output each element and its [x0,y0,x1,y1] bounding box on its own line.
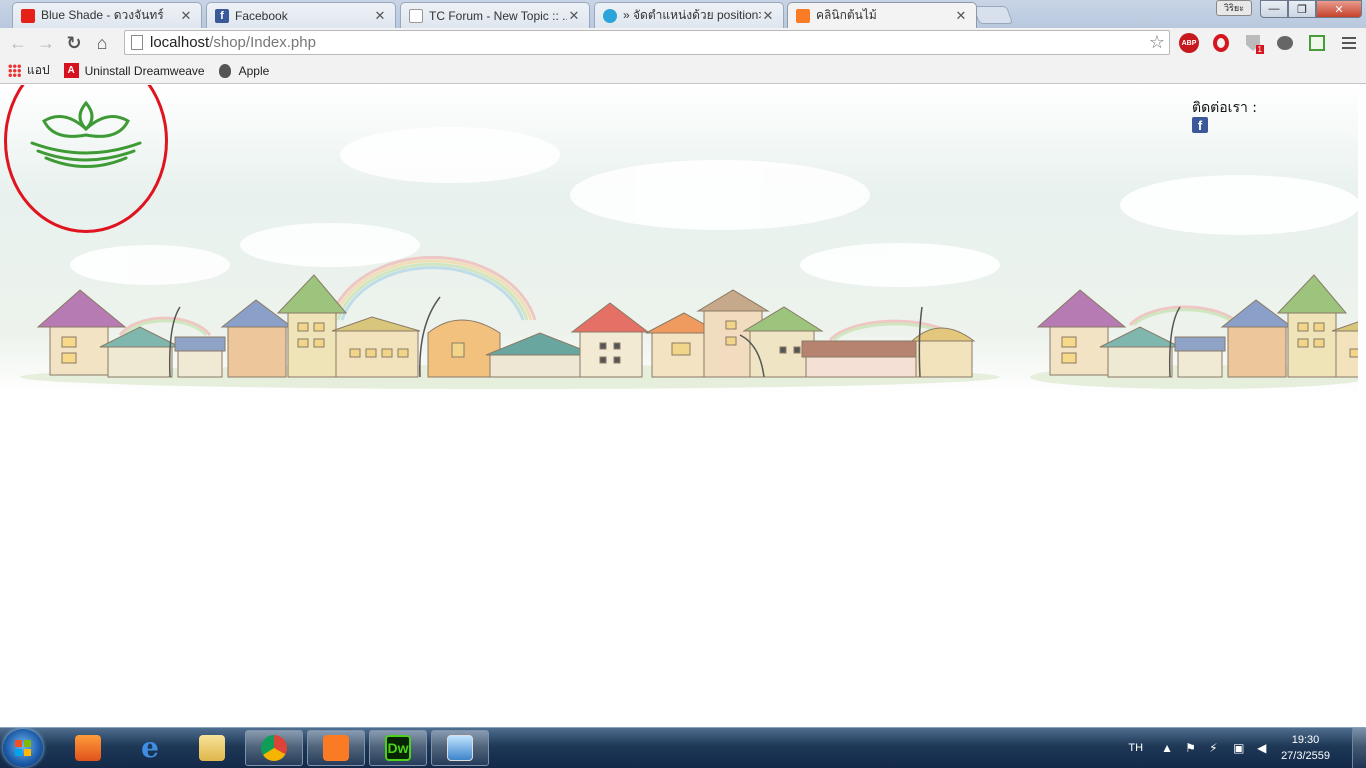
bookmark-label: Uninstall Dreamweave [84,63,205,78]
bookmark-star-icon[interactable]: ☆ [1149,32,1165,53]
opera-icon[interactable] [1210,32,1232,54]
extension-badge: 1 [1255,45,1264,54]
page-icon [409,8,423,23]
close-tab-icon[interactable]: ✕ [373,8,387,24]
bookmark-apps[interactable]: แอป [8,61,50,80]
village-banner-image [0,85,1358,395]
shield-extension-icon[interactable]: 1 [1242,32,1264,54]
tab-facebook[interactable]: f Facebook ✕ [206,2,396,28]
window-controls: — ❐ ✕ [1260,0,1362,18]
tab-title: TC Forum - New Topic :: ... [429,8,567,23]
xampp-icon [796,8,810,23]
forward-button[interactable]: → [32,30,60,56]
clock-date: 27/3/2559 [1281,750,1330,762]
bookmark-apple[interactable]: Apple [218,63,270,78]
bookmark-label: Apple [238,63,270,78]
internet-explorer-icon[interactable]: e [121,730,179,766]
volume-icon[interactable]: ◀ [1257,742,1269,754]
browser-toolbar: ← → ↻ ⌂ localhost/shop/Index.php ☆ ABP 1 [0,28,1366,58]
clock[interactable]: 19:30 27/3/2559 [1281,732,1330,764]
adobe-icon: A [63,63,79,78]
page-icon [131,35,143,50]
show-desktop-button[interactable] [1352,728,1366,768]
bookmark-label: แอป [27,63,50,77]
profile-button[interactable]: วิริยะ [1216,0,1252,16]
abp-label: ABP [1179,33,1199,53]
page-content: ติดต่อเรา : f [0,85,1366,727]
language-indicator[interactable]: TH [1128,742,1143,754]
reload-button[interactable]: ↻ [60,30,88,56]
minimize-button[interactable]: — [1260,0,1288,18]
start-button[interactable] [3,729,43,767]
close-tab-icon[interactable]: ✕ [567,8,581,24]
tab-title: Facebook [235,8,288,23]
sheet-extension-icon[interactable] [1306,32,1328,54]
system-tray: TH ▲ ⚑ ⚡ ▣ ◀ 19:30 27/3/2559 [1128,728,1366,768]
home-button[interactable]: ⌂ [88,30,116,56]
tab-tc-forum[interactable]: TC Forum - New Topic :: ... ✕ [400,2,590,28]
new-tab-button[interactable] [972,6,1014,24]
tab-position[interactable]: » จัดตำแหน่งด้วย position> ✕ [594,2,784,28]
dreamweaver-icon[interactable]: Dw [369,730,427,766]
facebook-icon: f [215,8,229,23]
cloud-extension-icon[interactable] [1274,32,1296,54]
network-icon[interactable]: ▣ [1233,742,1245,754]
apps-grid-icon [8,64,21,77]
bookmark-uninstall-dreamweaver[interactable]: A Uninstall Dreamweave [63,63,205,78]
tab-title: Blue Shade - ดวงจันทร์ [41,8,164,22]
tab-clinic-active[interactable]: คลินิกต้นไม้ ✕ [787,2,977,28]
chrome-menu-icon[interactable] [1338,32,1360,54]
file-explorer-icon[interactable] [183,730,241,766]
tab-blue-shade[interactable]: Blue Shade - ดวงจันทร์ ✕ [12,2,202,28]
close-tab-icon[interactable]: ✕ [761,8,775,24]
apple-icon [218,63,231,78]
media-player-icon[interactable] [59,730,117,766]
clock-time: 19:30 [1291,734,1320,746]
windows-taskbar: e Dw TH ▲ ⚑ ⚡ ▣ ◀ 19:30 27/3/2559 [0,727,1366,768]
back-button[interactable]: ← [4,30,32,56]
close-tab-icon[interactable]: ✕ [179,8,193,24]
chrome-icon[interactable] [245,730,303,766]
tab-title: คลินิกต้นไม้ [816,8,877,22]
contact-label: ติดต่อเรา : [1192,100,1258,116]
tab-strip: Blue Shade - ดวงจันทร์ ✕ f Facebook ✕ TC… [0,0,1366,28]
address-bar[interactable]: localhost/shop/Index.php ☆ [124,30,1170,55]
action-center-icon[interactable]: ⚑ [1185,742,1197,754]
xampp-icon[interactable] [307,730,365,766]
tab-title: » จัดตำแหน่งด้วย position> [623,8,761,22]
facebook-link-icon[interactable]: f [1192,117,1208,133]
url-path: /shop/Index.php [209,34,316,51]
maximize-button[interactable]: ❐ [1288,0,1316,18]
bookmarks-bar: แอป A Uninstall Dreamweave Apple [0,58,1366,84]
youtube-icon [21,8,35,23]
power-icon[interactable]: ⚡ [1209,742,1221,754]
show-hidden-icons-icon[interactable]: ▲ [1161,742,1173,754]
close-tab-icon[interactable]: ✕ [954,8,968,24]
adblock-plus-icon[interactable]: ABP [1178,32,1200,54]
url-host: localhost [150,34,210,51]
close-window-button[interactable]: ✕ [1316,0,1362,18]
blog-icon [603,8,617,23]
picture-viewer-icon[interactable] [431,730,489,766]
